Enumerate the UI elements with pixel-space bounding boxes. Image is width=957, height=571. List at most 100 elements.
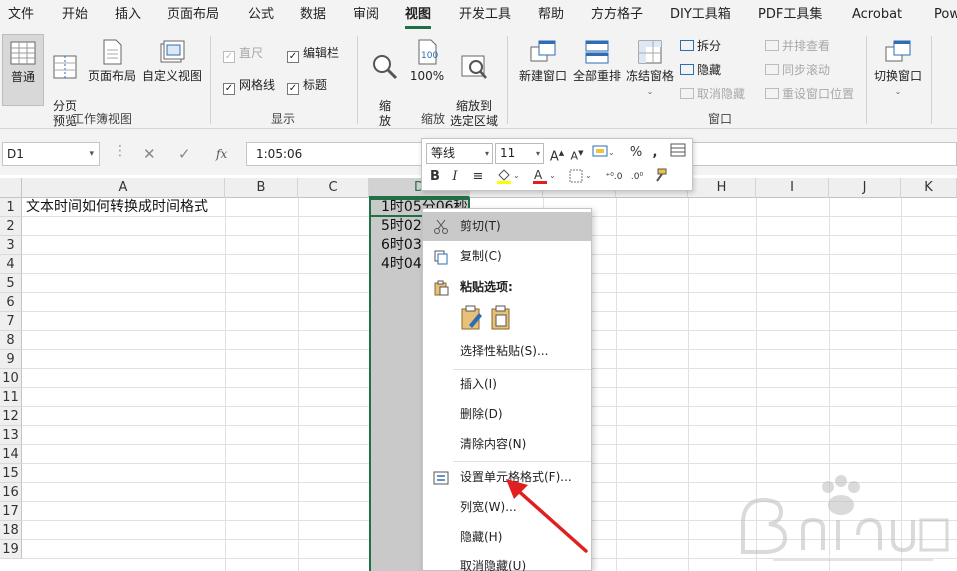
page-layout-view-button[interactable]: 页面布局 [86,38,138,84]
paste-option-keep-formatting[interactable] [459,305,485,334]
custom-views-button[interactable]: 自定义视图 [140,38,204,84]
row-header[interactable]: 13 [0,426,22,445]
percent-button[interactable]: % [628,143,644,163]
increase-decimal-icon[interactable]: ⁺⁰.0 [604,167,624,187]
arrange-all-button[interactable]: 全部重排 [571,38,623,84]
comma-style-button[interactable]: , [648,143,662,163]
zoom-button[interactable]: 缩 放 [366,38,404,129]
tab-power[interactable]: Pow [934,0,957,30]
column-header-k[interactable]: K [901,178,957,198]
align-center-icon[interactable]: ≡ [470,167,486,187]
row-header[interactable]: 7 [0,312,22,331]
tab-review[interactable]: 审阅 [353,0,379,30]
normal-view-button[interactable]: 普通 [2,34,44,106]
italic-button[interactable]: I [448,167,462,187]
tab-diy-toolbox[interactable]: DIY工具箱 [670,0,731,30]
scissors-icon [434,219,448,234]
row-header[interactable]: 14 [0,445,22,464]
row-header[interactable]: 19 [0,540,22,559]
row-header[interactable]: 18 [0,521,22,540]
row-header[interactable]: 9 [0,350,22,369]
font-name-box[interactable]: 等线 ▾ [426,143,493,164]
switch-windows-button[interactable]: 切换窗口 ⌄ [872,38,924,99]
number-format-icon[interactable]: ⌄ [590,143,616,163]
formula-bar-checkbox[interactable]: ✓ 编辑栏 [287,44,339,63]
row-header[interactable]: 4 [0,255,22,274]
hide-window-icon [680,64,694,75]
menu-item-clear-contents[interactable]: 清除内容(N) [423,430,591,459]
reset-position-button[interactable]: 重设窗口位置 [765,84,854,104]
select-all-corner[interactable] [0,178,22,198]
side-by-side-button[interactable]: 并排查看 [765,36,830,56]
split-icon [680,40,694,51]
tab-help[interactable]: 帮助 [538,0,564,30]
new-window-button[interactable]: 新建窗口 [515,38,571,84]
name-box[interactable]: D1 ▾ [2,142,100,166]
insert-function-icon[interactable]: fx [216,142,227,166]
ruler-checkbox[interactable]: ✓ 直尺 [223,44,263,63]
unhide-window-button[interactable]: 取消隐藏 [680,84,745,104]
gridlines-checkbox[interactable]: ✓ 网格线 [223,76,275,95]
tab-acrobat[interactable]: Acrobat [852,0,902,30]
paste-option-values[interactable] [489,305,515,334]
column-header-b[interactable]: B [225,178,298,198]
font-color-icon[interactable]: A ⌄ [530,167,558,187]
bold-button[interactable]: B [428,167,442,187]
tab-pdf-tools[interactable]: PDF工具集 [758,0,822,30]
tab-view[interactable]: 视图 [405,0,432,30]
tab-fangfang[interactable]: 方方格子 [591,0,643,30]
check-icon: ✓ [223,83,235,95]
headings-checkbox[interactable]: ✓ 标题 [287,76,327,95]
tab-home[interactable]: 开始 [62,0,88,30]
menu-item-insert[interactable]: 插入(I) [423,370,591,399]
decrease-font-icon[interactable]: A▼ [568,143,586,163]
svg-text:⌄: ⌄ [608,148,614,157]
cell-a1[interactable]: 文本时间如何转换成时间格式 [26,198,208,217]
column-header-j[interactable]: J [829,178,901,198]
row-header[interactable]: 2 [0,217,22,236]
row-header[interactable]: 10 [0,369,22,388]
row-header[interactable]: 15 [0,464,22,483]
row-header[interactable]: 11 [0,388,22,407]
column-header-h[interactable]: H [688,178,756,198]
tab-page-layout[interactable]: 页面布局 [167,0,219,30]
row-header[interactable]: 6 [0,293,22,312]
row-header[interactable]: 5 [0,274,22,293]
tab-insert[interactable]: 插入 [115,0,141,30]
menu-item-copy[interactable]: 复制(C) [423,242,591,271]
zoom-selection-icon [461,55,487,79]
cell-d2[interactable]: 5时02 [381,217,422,236]
tab-data[interactable]: 数据 [300,0,326,30]
freeze-panes-button[interactable]: 冻结窗格 ⌄ [624,38,676,99]
tab-formulas[interactable]: 公式 [248,0,274,30]
increase-font-icon[interactable]: A▲ [548,143,566,164]
menu-item-cut[interactable]: 剪切(T) [423,212,591,241]
hide-window-button[interactable]: 隐藏 [680,60,721,80]
confirm-icon[interactable]: ✓ [178,142,191,166]
column-header-a[interactable]: A [22,178,225,198]
cancel-icon[interactable]: ✕ [143,142,156,166]
zoom-100-button[interactable]: 100 100% [408,38,446,84]
font-size-box[interactable]: 11 ▾ [495,143,544,164]
row-header[interactable]: 12 [0,407,22,426]
row-header[interactable]: 16 [0,483,22,502]
row-header[interactable]: 17 [0,502,22,521]
merge-cells-icon[interactable] [668,143,688,163]
fill-color-icon[interactable]: ⌄ [494,167,522,187]
row-header[interactable]: 1 [0,198,22,217]
column-header-c[interactable]: C [298,178,369,198]
cell-d3[interactable]: 6时03 [381,236,422,255]
menu-item-paste-special[interactable]: 选择性粘贴(S)... [423,337,591,366]
format-painter-icon[interactable] [650,167,670,187]
column-header-i[interactable]: I [756,178,829,198]
tab-file[interactable]: 文件 [8,0,34,30]
borders-icon[interactable]: ⌄ [567,167,595,187]
sync-scroll-button[interactable]: 同步滚动 [765,60,830,80]
menu-item-delete[interactable]: 删除(D) [423,400,591,429]
cell-d4[interactable]: 4时04 [381,255,422,274]
tab-developer[interactable]: 开发工具 [459,0,511,30]
row-header[interactable]: 3 [0,236,22,255]
split-button[interactable]: 拆分 [680,36,721,56]
row-header[interactable]: 8 [0,331,22,350]
decrease-decimal-icon[interactable]: .0⁰ [627,167,647,187]
